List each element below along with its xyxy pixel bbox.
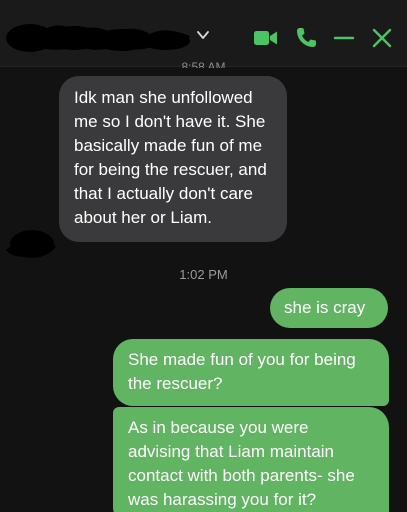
incoming-message-bubble[interactable]: Idk man she unfollowed me so I don't hav…: [59, 76, 287, 242]
messenger-chat-window: redacted 8:58 AM Idk man she unfollowed …: [0, 0, 407, 512]
outgoing-message-bubble[interactable]: she is cray: [270, 288, 388, 328]
minus-icon[interactable]: [330, 24, 358, 52]
chat-header: redacted: [0, 0, 407, 67]
phone-icon[interactable]: [292, 24, 320, 52]
video-camera-icon[interactable]: [252, 24, 280, 52]
contact-name-redacted[interactable]: redacted: [4, 14, 194, 60]
close-icon[interactable]: [368, 24, 396, 52]
outgoing-message-bubble[interactable]: As in because you were advising that Lia…: [113, 407, 389, 512]
outgoing-message-bubble[interactable]: She made fun of you for being the rescue…: [113, 339, 389, 406]
chevron-down-icon[interactable]: [196, 28, 210, 42]
avatar-redacted[interactable]: [4, 224, 58, 264]
timestamp-mid: 1:02 PM: [179, 267, 228, 282]
timestamp-top: 8:58 AM: [0, 62, 407, 68]
avatar-scribble: [6, 230, 56, 258]
